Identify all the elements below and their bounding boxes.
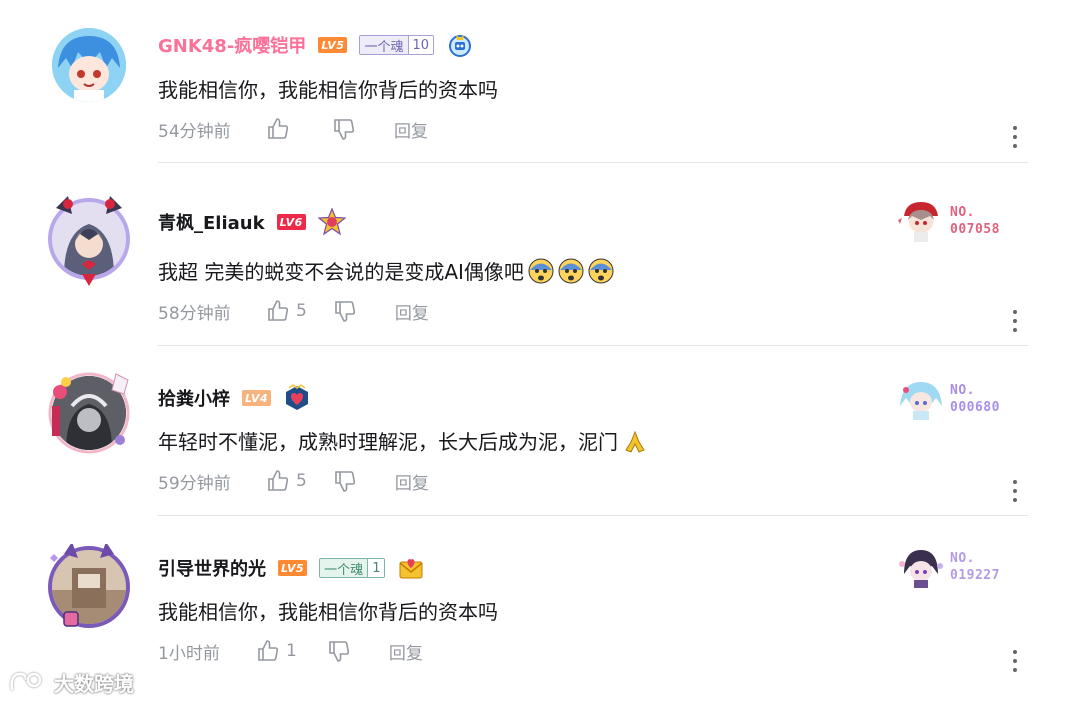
avatar-frame-icon — [48, 196, 130, 286]
level-badge: LV5 — [318, 37, 348, 53]
watermark-logo-icon — [10, 672, 42, 691]
comment-time: 59分钟前 — [158, 473, 231, 494]
thumbs-down-icon — [334, 119, 355, 140]
like-count: 1 — [286, 641, 297, 661]
dislike-button[interactable] — [332, 117, 356, 141]
comment-text: 我能相信你，我能相信你背后的资本吗 — [158, 74, 498, 103]
level-badge: LV5 — [278, 560, 308, 576]
thumbs-up-icon — [268, 118, 289, 139]
badge-number: 000680 — [950, 400, 1000, 415]
fan-medal[interactable]: 一个魂 1 — [319, 558, 386, 578]
dislike-button[interactable] — [327, 639, 351, 663]
badge-number-label: NO. — [950, 383, 975, 398]
chibi-character-icon — [899, 550, 943, 588]
avatar[interactable] — [46, 544, 136, 634]
reply-button[interactable]: 回复 — [395, 469, 429, 494]
comment-footer: 59分钟前 5 回复 — [158, 468, 429, 494]
fan-medal[interactable]: 一个魂 10 — [359, 35, 435, 55]
username[interactable]: 青枫_Eliauk — [158, 209, 265, 235]
thumbs-down-icon — [329, 641, 349, 662]
badge-number: 019227 — [950, 568, 1000, 583]
robot-medal-icon — [446, 31, 474, 59]
thumbs-down-icon — [335, 471, 355, 492]
thumbs-up-icon — [268, 300, 289, 321]
username[interactable]: GNK48-疯嘤铠甲 — [158, 32, 306, 58]
level-badge: LV6 — [276, 214, 306, 230]
more-options-icon[interactable] — [1006, 648, 1024, 674]
thumbs-up-icon — [268, 470, 289, 491]
fearful-face-emoji-icon — [558, 258, 584, 283]
comment-footer: 1小时前 1 回复 — [158, 638, 423, 664]
folded-hands-emoji-icon — [625, 430, 645, 453]
dislike-button[interactable] — [333, 469, 357, 493]
comment-footer: 58分钟前 5 回复 — [158, 298, 429, 324]
fan-medal-level: 10 — [407, 36, 434, 54]
more-options-icon[interactable] — [1006, 478, 1024, 504]
avatar[interactable] — [46, 370, 136, 460]
fan-medal-name: 一个魂 — [364, 39, 404, 55]
comment-text: 我能相信你，我能相信你背后的资本吗 — [158, 596, 498, 625]
avatar[interactable] — [46, 22, 136, 112]
comment-time: 54分钟前 — [158, 121, 231, 142]
chibi-character-icon — [900, 382, 942, 420]
thumbs-up-icon — [258, 640, 279, 661]
like-button[interactable]: 1 — [256, 639, 297, 663]
comment-text-content: 我能相信你，我能相信你背后的资本吗 — [158, 600, 498, 624]
avatar[interactable] — [46, 196, 136, 286]
divider — [158, 162, 1028, 163]
envelope-medal-icon — [397, 554, 425, 582]
badge-number-label: NO. — [950, 205, 975, 220]
more-options-icon[interactable] — [1006, 124, 1024, 150]
like-button[interactable] — [266, 117, 296, 141]
comment-text: 我超 完美的蜕变不会说的是变成AI偶像吧 — [158, 256, 614, 285]
thumbs-down-icon — [335, 301, 355, 322]
comment-text: 年轻时不懂泥，成熟时理解泥，长大后成为泥，泥门 — [158, 426, 648, 455]
collection-badge[interactable]: NO. 007058 — [896, 198, 1026, 244]
comment-header: 引导世界的光 LV5 一个魂 1 — [158, 555, 425, 581]
avatar-frame-icon — [48, 544, 130, 628]
username[interactable]: 拾粪小梓 — [158, 385, 230, 411]
avatar-frame-icon — [48, 372, 130, 454]
comment-header: GNK48-疯嘤铠甲 LV5 一个魂 10 — [158, 32, 474, 58]
like-count: 5 — [296, 471, 307, 491]
like-button[interactable]: 5 — [266, 299, 307, 323]
level-badge: LV4 — [242, 390, 272, 406]
badge-number-label: NO. — [950, 551, 975, 566]
watermark-text: 大数跨境 — [54, 671, 134, 696]
fan-medal-name: 一个魂 — [324, 562, 364, 578]
fearful-face-emoji-icon — [528, 258, 554, 283]
watermark: 大数跨境 — [8, 668, 134, 696]
badge-number: 007058 — [950, 222, 1000, 237]
comment-time: 58分钟前 — [158, 303, 231, 324]
dislike-button[interactable] — [333, 299, 357, 323]
comment-time: 1小时前 — [158, 643, 220, 664]
comment-footer: 54分钟前 回复 — [158, 116, 428, 142]
collection-badge[interactable]: NO. 019227 — [896, 544, 1026, 590]
more-options-icon[interactable] — [1006, 308, 1024, 334]
star-medal-icon — [317, 207, 347, 236]
divider — [158, 515, 1028, 516]
collection-badge[interactable]: NO. 000680 — [896, 376, 1026, 422]
comment-text-content: 我能相信你，我能相信你背后的资本吗 — [158, 78, 498, 102]
divider — [158, 345, 1028, 346]
fearful-face-emoji-icon — [588, 258, 614, 283]
like-button[interactable]: 5 — [266, 469, 307, 493]
fan-medal-level: 1 — [367, 559, 385, 577]
like-count: 5 — [296, 301, 307, 321]
chibi-character-icon — [898, 202, 938, 242]
reply-button[interactable]: 回复 — [394, 117, 428, 142]
comment-header: 青枫_Eliauk LV6 — [158, 207, 347, 236]
comment-header: 拾粪小梓 LV4 — [158, 384, 311, 412]
reply-button[interactable]: 回复 — [395, 299, 429, 324]
comment-text-content: 年轻时不懂泥，成熟时理解泥，长大后成为泥，泥门 — [158, 430, 618, 454]
reply-button[interactable]: 回复 — [389, 639, 423, 664]
comment-text-content: 我超 完美的蜕变不会说的是变成AI偶像吧 — [158, 260, 524, 284]
username[interactable]: 引导世界的光 — [158, 555, 266, 581]
heart-medal-icon — [283, 384, 311, 412]
